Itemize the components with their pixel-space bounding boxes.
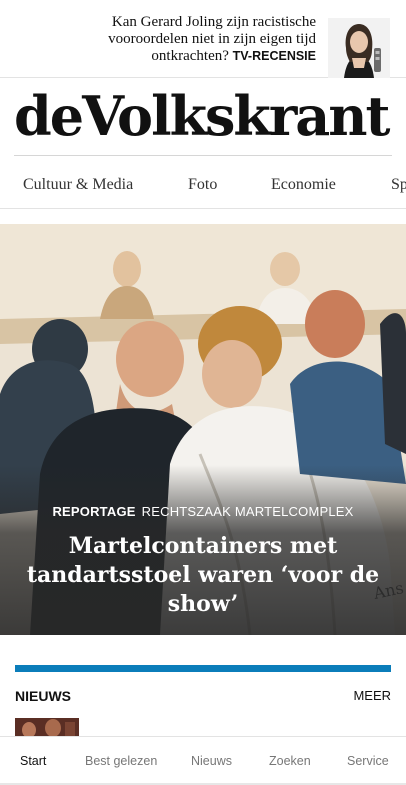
bottom-nav-start[interactable]: Start [20, 754, 46, 768]
nav-item-cultuur-media[interactable]: Cultuur & Media [23, 176, 133, 194]
bottom-nav-nieuws[interactable]: Nieuws [191, 754, 232, 768]
news-accent-bar [15, 665, 391, 672]
section-nav: Cultuur & Media Foto Economie Sp [0, 157, 406, 209]
promo-line-2: vooroordelen niet in zijn eigen tijd [108, 31, 316, 47]
hero-headline[interactable]: Martelcontainers met tandartsstoel waren… [14, 532, 392, 619]
nav-item-sport[interactable]: Sp [391, 176, 406, 194]
nav-item-foto[interactable]: Foto [188, 176, 217, 194]
hero-kicker-label: REPORTAGE [52, 504, 136, 519]
bottom-nav: Start Best gelezen Nieuws Zoeken Service [0, 736, 406, 785]
promo-line-3: ontkrachten? [151, 48, 229, 64]
news-more-link[interactable]: MEER [353, 688, 391, 703]
bottom-nav-service[interactable]: Service [347, 754, 389, 768]
promo-line-1: Kan Gerard Joling zijn racistische [111, 14, 316, 30]
hero-kicker-topic: RECHTSZAAK MARTELCOMPLEX [141, 504, 354, 519]
promo-text[interactable]: Kan Gerard Joling zijn racistische vooro… [16, 14, 316, 65]
promo-portrait-image [328, 18, 390, 78]
promo-teaser[interactable]: Kan Gerard Joling zijn racistische vooro… [0, 0, 406, 78]
promo-tag: TV-RECENSIE [232, 49, 316, 63]
news-section-heading: NIEUWS [15, 688, 71, 704]
news-item-thumbnail[interactable] [15, 718, 79, 736]
news-thumbnail-image [15, 718, 79, 736]
masthead: deVolkskrant [0, 78, 406, 156]
nav-item-economie[interactable]: Economie [271, 176, 336, 194]
bottom-nav-best-gelezen[interactable]: Best gelezen [85, 754, 157, 768]
site-logo[interactable]: deVolkskrant [14, 84, 392, 148]
promo-photo[interactable] [328, 18, 390, 78]
masthead-divider [14, 155, 392, 156]
hero-article[interactable]: Ans REPORTAGERECHTSZAAK MARTELCOMPLEX Ma… [0, 224, 406, 635]
bottom-nav-zoeken[interactable]: Zoeken [269, 754, 311, 768]
hero-kicker: REPORTAGE RECHTSZAAK MARTELCOMPLEX [0, 504, 406, 519]
